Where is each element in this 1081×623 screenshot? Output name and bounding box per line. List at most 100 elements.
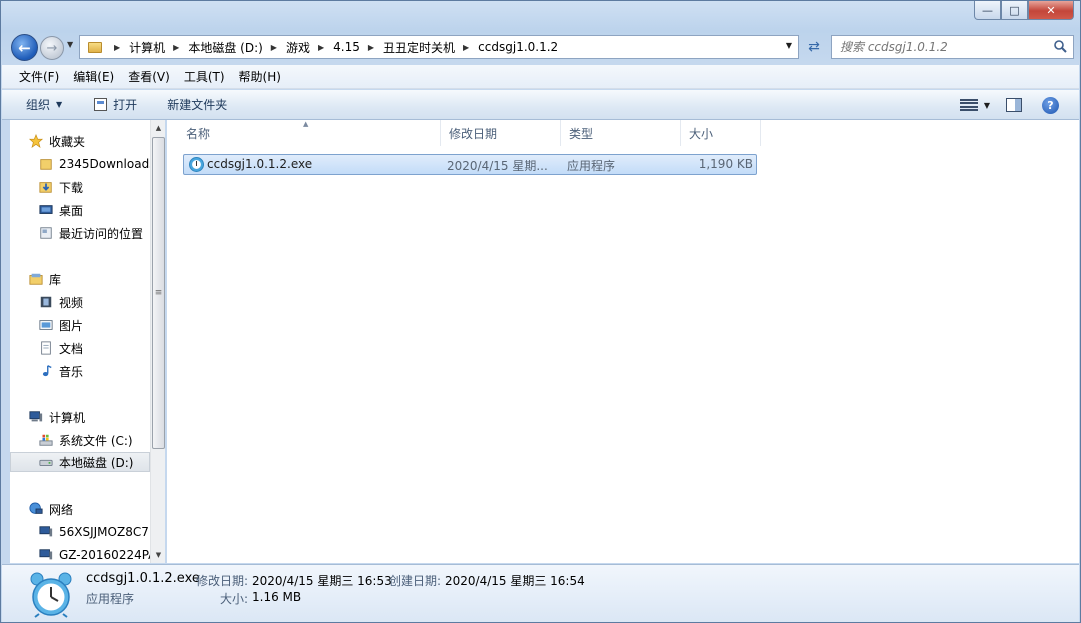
sidebar-item-network-pc-2[interactable]: GZ-20160224PA bbox=[38, 545, 156, 563]
menu-tools[interactable]: 工具(T) bbox=[177, 68, 232, 85]
table-row[interactable]: ccdsgj1.0.1.2.exe 2020/4/15 星期... 应用程序 1… bbox=[183, 154, 757, 175]
sidebar-item-drive-d[interactable]: 本地磁盘 (D:) bbox=[10, 452, 150, 472]
navigation-bar: ← → ▼ ▶ 计算机 ▶ 本地磁盘 (D:) ▶ 游戏 ▶ 4.15 ▶ 丑丑… bbox=[9, 34, 1075, 61]
file-size: 1,190 KB bbox=[698, 157, 753, 171]
address-dropdown-chevron-icon[interactable]: ▼ bbox=[786, 41, 792, 50]
sidebar-item-label: GZ-20160224PA bbox=[59, 548, 157, 562]
breadcrumb-separator-icon[interactable]: ▶ bbox=[318, 43, 324, 52]
library-icon bbox=[29, 273, 43, 285]
breadcrumb-separator-icon[interactable]: ▶ bbox=[173, 43, 179, 52]
sidebar-item-documents[interactable]: 文档 bbox=[38, 338, 83, 358]
menu-view[interactable]: 查看(V) bbox=[121, 68, 177, 85]
music-note-icon bbox=[42, 365, 52, 377]
new-folder-label: 新建文件夹 bbox=[167, 98, 228, 112]
sort-ascending-icon: ▲ bbox=[303, 120, 309, 128]
view-list-icon[interactable] bbox=[959, 99, 978, 111]
sidebar-item-label: 本地磁盘 (D:) bbox=[59, 455, 134, 470]
sidebar-item-drive-c[interactable]: 系统文件 (C:) bbox=[38, 430, 133, 450]
breadcrumb-item-drive-d[interactable]: 本地磁盘 (D:) bbox=[188, 39, 262, 56]
star-icon bbox=[28, 134, 44, 148]
details-modified-value: 2020/4/15 星期三 16:53 bbox=[252, 574, 392, 588]
breadcrumb-item-games[interactable]: 游戏 bbox=[286, 39, 310, 56]
menu-bar: 文件(F) 编辑(E) 查看(V) 工具(T) 帮助(H) bbox=[2, 65, 1079, 89]
breadcrumb-item-computer[interactable]: 计算机 bbox=[129, 39, 165, 56]
scroll-up-icon[interactable]: ▲ bbox=[151, 120, 165, 136]
organize-button[interactable]: 组织 ▼ bbox=[26, 96, 62, 113]
sidebar-item-libraries[interactable]: 库 bbox=[28, 269, 61, 289]
command-bar: 组织 ▼ 打开 新建文件夹 ▼ ? bbox=[2, 90, 1079, 120]
search-icon[interactable] bbox=[1053, 39, 1067, 53]
help-icon[interactable]: ? bbox=[1042, 96, 1059, 114]
details-size-value: 1.16 MB bbox=[252, 590, 302, 604]
column-header-type[interactable]: 类型 bbox=[561, 120, 681, 146]
sidebar-item-recent-places[interactable]: 最近访问的位置 bbox=[38, 223, 143, 243]
sidebar-item-label: 56XSJJMOZ8C7 bbox=[59, 525, 149, 539]
details-filename: ccdsgj1.0.1.2.exe bbox=[86, 571, 200, 586]
file-modified: 2020/4/15 星期... bbox=[447, 159, 548, 173]
system-drive-icon bbox=[39, 434, 53, 446]
details-created-label: 创建日期: bbox=[389, 574, 442, 588]
column-headers: 名称 ▲ 修改日期 类型 大小 bbox=[167, 120, 761, 146]
navigation-scrollbar[interactable]: ▲ ≡ ▼ bbox=[150, 120, 165, 563]
sidebar-item-2345downloads[interactable]: 2345Downloads bbox=[38, 154, 155, 174]
sidebar-item-desktop[interactable]: 桌面 bbox=[38, 200, 83, 220]
network-icon bbox=[29, 502, 43, 514]
scrollbar-thumb[interactable]: ≡ bbox=[152, 137, 165, 449]
breadcrumb-item-4-15[interactable]: 4.15 bbox=[333, 40, 360, 54]
breadcrumb-item-shutdown-tool[interactable]: 丑丑定时关机 bbox=[383, 39, 455, 56]
chevron-down-icon: ▼ bbox=[56, 100, 63, 109]
sidebar-item-favorites[interactable]: 收藏夹 bbox=[28, 131, 85, 151]
preview-pane-icon[interactable] bbox=[1006, 98, 1022, 112]
alarm-clock-icon bbox=[189, 157, 204, 172]
scroll-down-icon[interactable]: ▼ bbox=[151, 547, 165, 563]
breadcrumb: ▶ 计算机 ▶ 本地磁盘 (D:) ▶ 游戏 ▶ 4.15 ▶ 丑丑定时关机 ▶… bbox=[106, 39, 558, 56]
menu-file[interactable]: 文件(F) bbox=[12, 68, 66, 85]
sidebar-item-label: 最近访问的位置 bbox=[59, 226, 144, 241]
address-bar[interactable]: ▶ 计算机 ▶ 本地磁盘 (D:) ▶ 游戏 ▶ 4.15 ▶ 丑丑定时关机 ▶… bbox=[79, 35, 799, 59]
chevron-down-icon[interactable]: ▼ bbox=[984, 101, 990, 110]
breadcrumb-separator-icon[interactable]: ▶ bbox=[114, 43, 120, 52]
folder-icon bbox=[88, 41, 102, 53]
sidebar-item-label: 收藏夹 bbox=[49, 134, 86, 149]
breadcrumb-separator-icon[interactable]: ▶ bbox=[463, 43, 469, 52]
sidebar-item-label: 图片 bbox=[59, 318, 84, 333]
sidebar-item-downloads[interactable]: 下载 bbox=[38, 177, 83, 197]
new-folder-button[interactable]: 新建文件夹 bbox=[167, 96, 227, 113]
menu-edit[interactable]: 编辑(E) bbox=[66, 68, 121, 85]
maximize-button[interactable]: □ bbox=[1001, 1, 1028, 20]
computer-icon bbox=[39, 526, 53, 537]
menu-help[interactable]: 帮助(H) bbox=[232, 68, 288, 85]
column-header-modified[interactable]: 修改日期 bbox=[441, 120, 561, 146]
recent-pages-chevron-icon[interactable]: ▼ bbox=[67, 40, 73, 49]
column-header-name[interactable]: 名称 ▲ bbox=[167, 120, 441, 146]
sidebar-item-videos[interactable]: 视频 bbox=[38, 292, 83, 312]
forward-arrow-icon[interactable]: → bbox=[40, 36, 64, 60]
search-input[interactable] bbox=[840, 40, 1040, 54]
pictures-icon bbox=[39, 320, 53, 330]
breadcrumb-item-current[interactable]: ccdsgj1.0.1.2 bbox=[478, 40, 558, 54]
back-arrow-icon[interactable]: ← bbox=[11, 34, 38, 61]
sidebar-item-network-pc-1[interactable]: 56XSJJMOZ8C7 bbox=[38, 522, 149, 542]
sidebar-item-pictures[interactable]: 图片 bbox=[38, 315, 83, 335]
column-header-size[interactable]: 大小 bbox=[681, 120, 761, 146]
search-box[interactable] bbox=[831, 35, 1074, 59]
folder-icon bbox=[40, 159, 52, 170]
breadcrumb-separator-icon[interactable]: ▶ bbox=[368, 43, 374, 52]
open-button[interactable]: 打开 bbox=[94, 96, 137, 113]
alarm-clock-icon bbox=[30, 572, 72, 618]
sidebar-item-label: 桌面 bbox=[59, 203, 84, 218]
breadcrumb-separator-icon[interactable]: ▶ bbox=[271, 43, 277, 52]
navigation-pane: 收藏夹 2345Downloads 下载 桌面 最近访问的位置 库 视频 图片 … bbox=[10, 120, 165, 563]
sidebar-item-computer[interactable]: 计算机 bbox=[28, 407, 85, 427]
details-type: 应用程序 bbox=[86, 592, 135, 606]
column-header-label: 类型 bbox=[569, 126, 594, 141]
close-button[interactable]: ✕ bbox=[1028, 1, 1074, 20]
refresh-icon[interactable]: ⇄ bbox=[803, 36, 825, 58]
downloads-folder-icon bbox=[39, 182, 52, 193]
sidebar-item-label: 计算机 bbox=[49, 410, 86, 425]
sidebar-item-label: 系统文件 (C:) bbox=[59, 433, 133, 448]
minimize-button[interactable]: — bbox=[974, 1, 1001, 20]
sidebar-item-network[interactable]: 网络 bbox=[28, 499, 73, 519]
column-header-label: 修改日期 bbox=[449, 126, 498, 141]
sidebar-item-music[interactable]: 音乐 bbox=[38, 361, 83, 381]
